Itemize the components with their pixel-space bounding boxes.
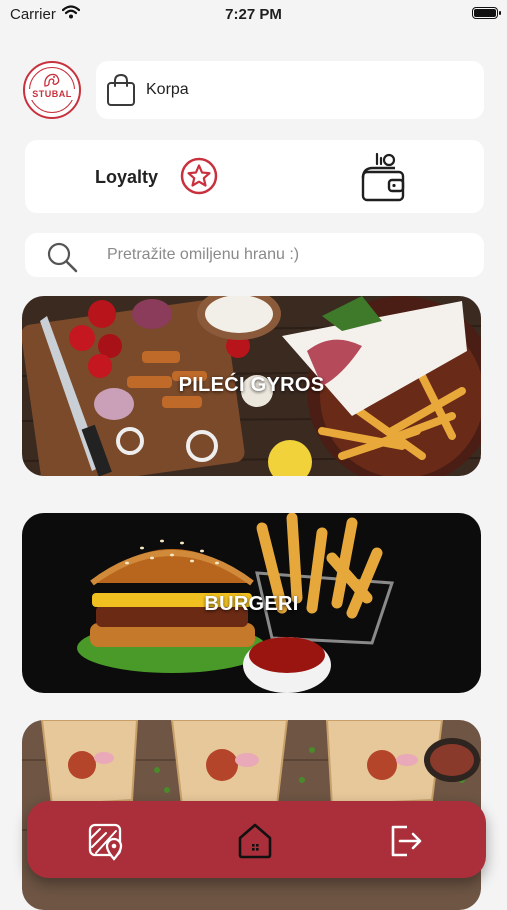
shopping-bag-icon bbox=[107, 73, 135, 106]
stubal-logo[interactable]: STUBAL bbox=[23, 61, 81, 119]
star-circle-icon[interactable] bbox=[180, 157, 218, 195]
category-card-gyros[interactable]: PILEĆI GYROS bbox=[22, 296, 481, 476]
map-pin-icon[interactable] bbox=[86, 821, 126, 861]
cart-label: Korpa bbox=[146, 81, 189, 98]
logo-mark-icon bbox=[44, 73, 60, 87]
search-input[interactable] bbox=[107, 243, 457, 267]
search-bar[interactable] bbox=[25, 233, 484, 277]
clock: 7:27 PM bbox=[225, 6, 282, 23]
category-card-burgeri[interactable]: BURGERI bbox=[22, 513, 481, 693]
cart-button[interactable]: Korpa bbox=[96, 61, 484, 119]
search-icon bbox=[47, 242, 78, 273]
wallet-icon[interactable] bbox=[359, 150, 407, 204]
category-title: BURGERI bbox=[204, 593, 299, 615]
battery-icon bbox=[472, 7, 501, 19]
logout-icon[interactable] bbox=[385, 821, 425, 861]
status-bar: Carrier 7:27 PM bbox=[0, 0, 507, 30]
logo-text: STUBAL bbox=[27, 89, 77, 100]
bottom-nav bbox=[27, 801, 486, 878]
loyalty-card[interactable]: Loyalty bbox=[25, 140, 484, 213]
home-icon[interactable] bbox=[235, 821, 275, 861]
loyalty-label: Loyalty bbox=[95, 167, 159, 187]
category-title: PILEĆI GYROS bbox=[178, 374, 325, 396]
